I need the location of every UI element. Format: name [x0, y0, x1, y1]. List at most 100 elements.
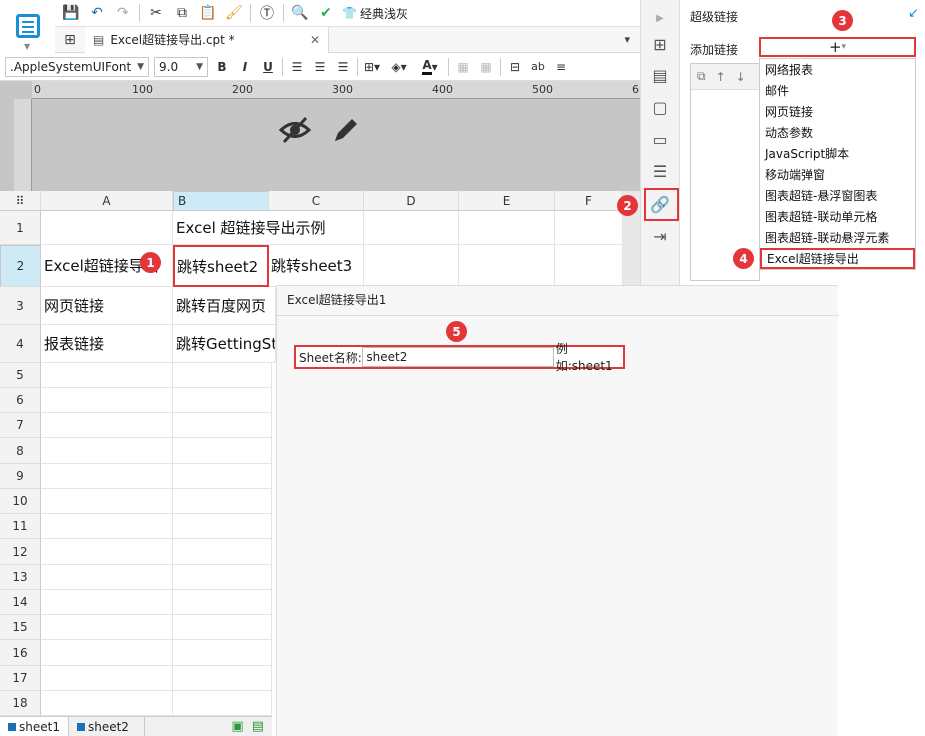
- empty-cell[interactable]: [173, 666, 272, 691]
- link-format-icon[interactable]: ⊟: [506, 57, 524, 77]
- empty-cell[interactable]: [173, 514, 272, 539]
- merge-cells-icon[interactable]: ▦: [454, 57, 472, 77]
- menu-item[interactable]: 动态参数: [760, 122, 915, 143]
- empty-cell[interactable]: [173, 590, 272, 615]
- row-header[interactable]: 5: [0, 363, 41, 388]
- column-header[interactable]: F: [555, 191, 623, 211]
- menu-item[interactable]: JavaScript脚本: [760, 143, 915, 164]
- cell-f1[interactable]: [555, 211, 623, 245]
- cell-e2[interactable]: [459, 245, 555, 287]
- empty-cell[interactable]: [173, 640, 272, 666]
- font-color-icon[interactable]: A ▾: [417, 57, 443, 77]
- empty-cell[interactable]: [41, 363, 173, 388]
- row-header[interactable]: 18: [0, 691, 41, 716]
- menu-item[interactable]: 网络报表: [760, 59, 915, 80]
- row-header[interactable]: 10: [0, 489, 41, 514]
- grid-icon[interactable]: ⊞: [55, 30, 85, 50]
- cell-element-icon[interactable]: ▤: [649, 64, 671, 86]
- undo-icon[interactable]: ↶: [87, 3, 107, 23]
- row-header[interactable]: 17: [0, 666, 41, 691]
- empty-cell[interactable]: [41, 539, 173, 565]
- menu-item-excel-export[interactable]: Excel超链接导出: [760, 248, 915, 269]
- column-header[interactable]: B: [173, 191, 269, 211]
- empty-cell[interactable]: [173, 615, 272, 640]
- text-icon[interactable]: Ⓣ: [257, 3, 277, 23]
- column-header[interactable]: C: [269, 191, 364, 211]
- empty-cell[interactable]: [41, 590, 173, 615]
- underline-icon[interactable]: U: [259, 57, 277, 77]
- fill-color-icon[interactable]: ◈▾: [386, 57, 412, 77]
- row-header[interactable]: 11: [0, 514, 41, 539]
- sheet-name-input[interactable]: sheet2: [362, 347, 554, 367]
- italic-icon[interactable]: I: [236, 57, 254, 77]
- check-icon[interactable]: ✔: [316, 3, 336, 23]
- empty-cell[interactable]: [173, 489, 272, 514]
- empty-cell[interactable]: [41, 691, 173, 716]
- cut-icon[interactable]: ✂: [146, 3, 166, 23]
- empty-cell[interactable]: [41, 640, 173, 666]
- font-size-select[interactable]: 9.0 ▼: [154, 56, 208, 77]
- paste-icon[interactable]: 📋: [198, 3, 218, 23]
- sheet-tab[interactable]: sheet2: [69, 716, 145, 736]
- bold-icon[interactable]: B: [213, 57, 231, 77]
- row-header[interactable]: 15: [0, 615, 41, 640]
- collapse-arrow-icon[interactable]: ↙: [908, 6, 919, 21]
- condition-attribute-icon[interactable]: ☰: [649, 160, 671, 182]
- paragraph-icon[interactable]: ≡: [552, 57, 570, 77]
- theme-selector[interactable]: 👕 经典浅灰: [342, 5, 408, 22]
- align-center-icon[interactable]: ☰: [311, 57, 329, 77]
- row-header[interactable]: 14: [0, 590, 41, 615]
- cell-b1[interactable]: Excel 超链接导出示例: [173, 211, 364, 245]
- align-right-icon[interactable]: ☰: [334, 57, 352, 77]
- menu-item[interactable]: 图表超链-联动悬浮元素: [760, 227, 915, 248]
- empty-cell[interactable]: [173, 413, 272, 438]
- empty-cell[interactable]: [41, 489, 173, 514]
- empty-cell[interactable]: [41, 666, 173, 691]
- row-header[interactable]: 6: [0, 388, 41, 413]
- align-left-icon[interactable]: ☰: [288, 57, 306, 77]
- add-sheet-icon[interactable]: ▣: [231, 719, 243, 734]
- column-header[interactable]: E: [459, 191, 555, 211]
- copy-icon[interactable]: ⧉: [172, 3, 192, 23]
- widget-icon[interactable]: ▭: [649, 128, 671, 150]
- row-header[interactable]: 12: [0, 539, 41, 565]
- empty-cell[interactable]: [173, 539, 272, 565]
- menu-item[interactable]: 图表超链-联动单元格: [760, 206, 915, 227]
- app-logo[interactable]: ▼: [0, 0, 55, 52]
- empty-cell[interactable]: [173, 691, 272, 716]
- cell-c2[interactable]: 跳转sheet3: [269, 245, 364, 287]
- column-header[interactable]: A: [41, 191, 173, 211]
- expand-arrow-icon[interactable]: ▶: [649, 7, 671, 29]
- row-header[interactable]: 16: [0, 640, 41, 666]
- copy-icon[interactable]: ⧉: [697, 69, 706, 84]
- empty-cell[interactable]: [41, 464, 173, 489]
- cell-a4[interactable]: 报表链接: [41, 325, 173, 363]
- import-icon[interactable]: ⇥: [649, 225, 671, 247]
- close-icon[interactable]: ✕: [310, 33, 320, 47]
- sheet-tab[interactable]: sheet1: [0, 716, 69, 736]
- cell-d1[interactable]: [364, 211, 459, 245]
- empty-cell[interactable]: [173, 565, 272, 590]
- cell-attribute-icon[interactable]: ⊞: [649, 33, 671, 55]
- cell-d2[interactable]: [364, 245, 459, 287]
- cell-a1[interactable]: [41, 211, 173, 245]
- cell-b4[interactable]: 跳转GettingStarted: [173, 325, 276, 363]
- tab-menu-icon[interactable]: ▾: [624, 33, 630, 46]
- cell-b2[interactable]: 跳转sheet2: [173, 245, 269, 287]
- empty-cell[interactable]: [173, 438, 272, 464]
- menu-item[interactable]: 网页链接: [760, 101, 915, 122]
- row-header[interactable]: 4: [0, 325, 41, 363]
- format-painter-icon[interactable]: 🖌: [224, 3, 244, 23]
- empty-cell[interactable]: [41, 565, 173, 590]
- empty-cell[interactable]: [173, 388, 272, 413]
- row-header[interactable]: 13: [0, 565, 41, 590]
- row-header[interactable]: 1: [0, 211, 41, 245]
- border-icon[interactable]: ⊞▾: [363, 57, 381, 77]
- row-header[interactable]: 9: [0, 464, 41, 489]
- empty-cell[interactable]: [41, 514, 173, 539]
- document-tab[interactable]: ▤ Excel超链接导出.cpt * ✕: [85, 26, 329, 53]
- row-header[interactable]: 3: [0, 287, 41, 325]
- save-icon[interactable]: 💾: [61, 3, 81, 23]
- cell-a3[interactable]: 网页链接: [41, 287, 173, 325]
- menu-item[interactable]: 邮件: [760, 80, 915, 101]
